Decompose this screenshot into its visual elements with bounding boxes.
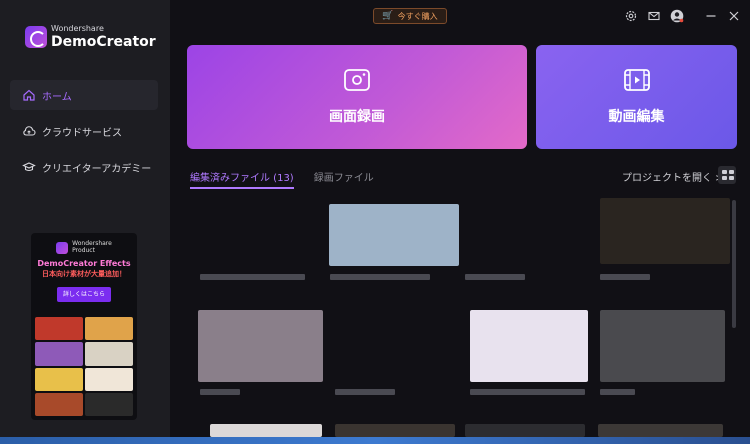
project-name-placeholder <box>200 274 305 280</box>
screen-record-icon <box>343 68 371 96</box>
os-taskbar <box>0 437 750 444</box>
project-thumbnail[interactable] <box>210 424 322 437</box>
wondershare-logo-icon <box>56 241 69 254</box>
project-thumbnail[interactable] <box>329 204 459 266</box>
project-name-placeholder <box>600 389 635 395</box>
screen-record-card[interactable]: 画面録画 <box>187 45 527 149</box>
tab-edited-files[interactable]: 編集済みファイル (13) <box>190 169 294 189</box>
project-thumbnail[interactable] <box>198 310 323 382</box>
sidebar: Wondershare DemoCreator ホーム クラウドサービス クリエ… <box>0 0 170 444</box>
promo-image-collage <box>35 317 133 416</box>
promo-title: DemoCreator Effects <box>37 259 131 269</box>
buy-now-button[interactable]: 🛒 今すぐ購入 <box>373 8 447 24</box>
sidebar-item-home[interactable]: ホーム <box>10 80 158 110</box>
sidebar-nav: ホーム クラウドサービス クリエイターアカデミー <box>10 80 158 188</box>
brand-small-text: Wondershare <box>51 24 104 33</box>
sidebar-item-cloud-service[interactable]: クラウドサービス <box>10 116 158 146</box>
screen-record-label: 画面録画 <box>329 109 385 125</box>
promo-brand-line2: Product <box>72 246 95 254</box>
sidebar-item-label: ホーム <box>42 91 72 103</box>
project-thumbnail[interactable] <box>465 424 585 437</box>
promo-details-button[interactable]: 詳しくはこちら <box>57 287 111 303</box>
sidebar-item-academy[interactable]: クリエイターアカデミー <box>10 152 158 182</box>
video-edit-label: 動画編集 <box>608 109 665 125</box>
cloud-icon <box>22 124 36 138</box>
project-thumbnail[interactable] <box>600 198 730 264</box>
project-name-placeholder <box>335 389 395 395</box>
buy-now-label: 今すぐ購入 <box>397 11 438 21</box>
promo-subtitle: 日本向け素材が大量追加！ <box>42 270 126 279</box>
close-icon[interactable] <box>727 9 741 23</box>
home-icon <box>22 88 36 102</box>
project-thumbnail[interactable] <box>598 424 723 437</box>
file-tabs: 編集済みファイル (13) 録画ファイル <box>190 169 374 189</box>
academy-icon <box>22 160 36 174</box>
grid-view-icon[interactable] <box>718 166 736 184</box>
app-logo: Wondershare DemoCreator <box>25 25 156 49</box>
cart-icon: 🛒 <box>382 11 394 21</box>
mail-icon[interactable] <box>647 9 661 23</box>
project-thumbnail[interactable] <box>470 310 588 382</box>
project-thumbnail[interactable] <box>600 310 725 382</box>
account-avatar-icon[interactable] <box>670 9 684 23</box>
tab-recorded-files[interactable]: 録画ファイル <box>314 169 374 189</box>
brand-name: DemoCreator <box>51 34 156 50</box>
project-name-placeholder <box>470 389 585 395</box>
project-name-placeholder <box>330 274 430 280</box>
open-project-link[interactable]: プロジェクトを開く > <box>622 169 724 184</box>
project-name-placeholder <box>465 274 525 280</box>
settings-gear-icon[interactable] <box>624 9 638 23</box>
content-scrollbar[interactable] <box>732 200 736 328</box>
project-name-placeholder <box>200 389 240 395</box>
project-name-placeholder <box>600 274 650 280</box>
sidebar-item-label: クリエイターアカデミー <box>42 163 152 175</box>
democreator-logo-icon <box>25 26 47 48</box>
promo-banner[interactable]: Wondershare Product DemoCreator Effects … <box>31 233 137 420</box>
sidebar-item-label: クラウドサービス <box>42 127 122 139</box>
project-thumbnail[interactable] <box>335 424 455 437</box>
minimize-icon[interactable] <box>704 9 718 23</box>
title-bar <box>170 0 750 32</box>
film-edit-icon <box>623 68 651 96</box>
video-edit-card[interactable]: 動画編集 <box>536 45 737 149</box>
